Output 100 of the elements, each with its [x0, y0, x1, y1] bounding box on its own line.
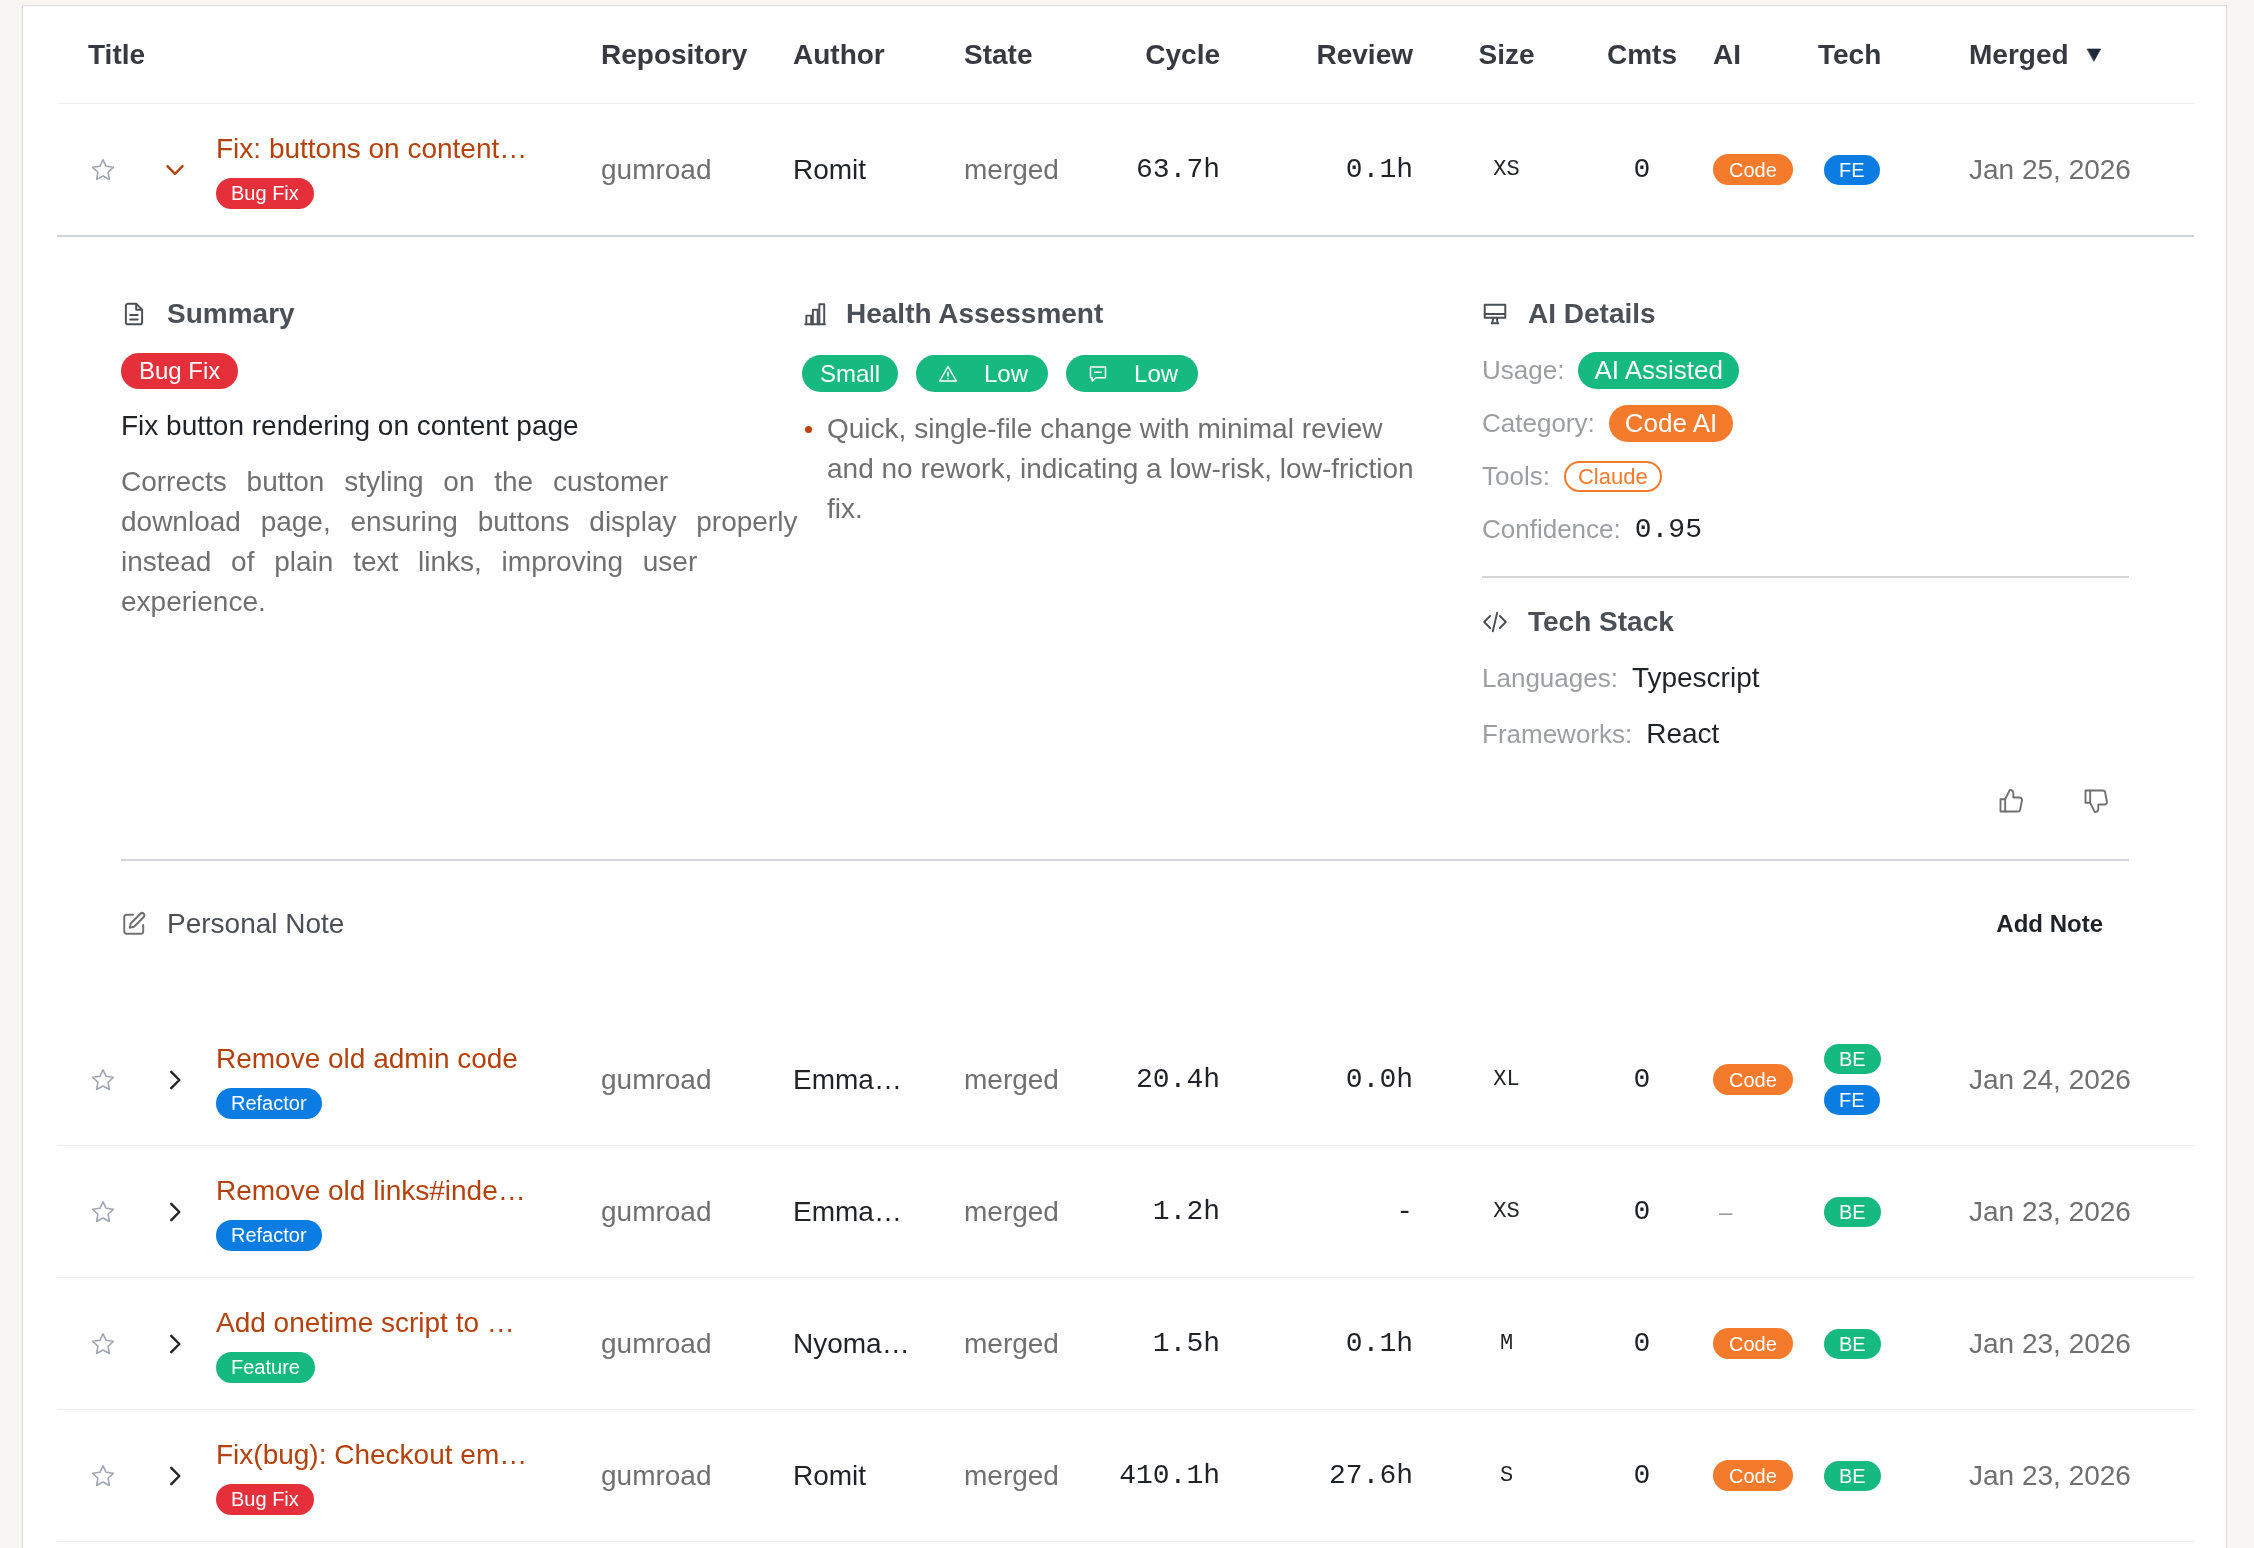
column-header[interactable]: Cycle [1145, 33, 1220, 76]
edit-icon [121, 911, 147, 937]
monitor-icon [1482, 301, 1508, 327]
column-header[interactable]: Title [88, 33, 146, 76]
section-heading: Summary [167, 297, 295, 331]
bullet-icon [805, 426, 812, 433]
tech-tag: BE [1824, 1044, 1881, 1074]
tech-value: React [1646, 717, 1720, 751]
tool-tag: Claude [1563, 461, 1662, 492]
merged-date: Jan 23, 2026 [1969, 1194, 2131, 1229]
author-text: Emma… [793, 1062, 902, 1097]
merged-date: Jan 23, 2026 [1969, 1326, 2131, 1361]
ai-tag: Code [1713, 1064, 1793, 1095]
repository-text: gumroad [601, 1062, 712, 1097]
column-header[interactable]: Author [793, 33, 885, 76]
tech-value: Typescript [1631, 661, 1760, 695]
author-text: Romit [793, 1458, 867, 1493]
tech-tag: FE [1824, 1085, 1880, 1115]
column-header[interactable]: Size [1478, 33, 1535, 76]
star-icon[interactable] [90, 1198, 116, 1225]
column-header[interactable]: State [964, 33, 1033, 76]
pr-title-link[interactable]: Remove old admin code [216, 1040, 518, 1077]
pill-label: Low [1134, 358, 1179, 389]
column-header[interactable]: Cmts [1607, 33, 1677, 76]
pr-title-link[interactable]: Remove old links#inde… [216, 1172, 526, 1209]
category-tag: Bug Fix [121, 353, 239, 389]
size-text: M [1499, 1330, 1514, 1358]
cycle-time: 410.1h [1119, 1458, 1220, 1493]
category-tag: Bug Fix [216, 1483, 314, 1515]
tech-tag: BE [1824, 1328, 1881, 1359]
add-note-button[interactable]: Add Note [1970, 902, 2129, 946]
state-text: merged [964, 152, 1059, 187]
review-time: 0.1h [1345, 152, 1413, 187]
pr-title-link[interactable]: Fix(bug): Checkout em… [216, 1436, 528, 1473]
speech-bubble-icon [1088, 363, 1109, 384]
comment-count: 0 [1633, 152, 1651, 187]
size-text: XS [1493, 1198, 1520, 1226]
column-header[interactable]: Merged [1969, 33, 2069, 76]
star-icon[interactable] [90, 156, 116, 183]
category-tag: Bug Fix [216, 177, 314, 209]
ai-value-tag: Code AI [1608, 405, 1734, 442]
merged-date: Jan 25, 2026 [1969, 152, 2131, 187]
review-time: 0.1h [1345, 1326, 1413, 1361]
ai-tag: Code [1713, 154, 1793, 185]
thumbs-down-icon[interactable] [2082, 787, 2110, 815]
field-label: Category: [1482, 407, 1595, 440]
size-text: XS [1493, 156, 1520, 184]
comment-count: 0 [1633, 1062, 1651, 1097]
category-tag: Refactor [216, 1219, 322, 1251]
section-heading: Personal Note [167, 907, 345, 941]
column-header[interactable]: Tech [1818, 33, 1882, 76]
section-heading: Tech Stack [1528, 605, 1674, 639]
author-text: Emma… [793, 1194, 902, 1229]
column-header[interactable]: AI [1713, 33, 1741, 76]
star-icon[interactable] [90, 1066, 116, 1093]
cycle-time: 20.4h [1136, 1062, 1220, 1097]
tech-tag: BE [1824, 1460, 1881, 1491]
state-text: merged [964, 1062, 1059, 1097]
comment-count: 0 [1633, 1458, 1651, 1493]
tech-tag: BE [1824, 1196, 1881, 1227]
ai-value-tag: AI Assisted [1578, 352, 1739, 389]
repository-text: gumroad [601, 1326, 712, 1361]
pr-title-link[interactable]: Add onetime script to … [216, 1304, 515, 1341]
author-text: Romit [793, 152, 867, 187]
review-time: 0.0h [1345, 1062, 1413, 1097]
column-header[interactable]: Repository [601, 33, 748, 76]
repository-text: gumroad [601, 1194, 712, 1229]
merged-date: Jan 24, 2026 [1969, 1062, 2131, 1097]
cycle-time: 1.2h [1152, 1194, 1220, 1229]
tech-tag: FE [1824, 154, 1880, 185]
review-time: 27.6h [1329, 1458, 1413, 1493]
summary-headline: Fix button rendering on content page [121, 409, 579, 443]
field-label: Usage: [1482, 354, 1565, 387]
state-text: merged [964, 1194, 1059, 1229]
size-text: S [1499, 1462, 1514, 1490]
category-tag: Feature [216, 1351, 315, 1383]
state-text: merged [964, 1458, 1059, 1493]
field-label: Confidence: [1482, 513, 1621, 546]
section-heading: AI Details [1528, 297, 1656, 331]
column-header[interactable]: Review [1316, 33, 1413, 76]
cycle-time: 63.7h [1136, 152, 1220, 187]
state-text: merged [964, 1326, 1059, 1361]
field-label: Frameworks: [1482, 717, 1633, 751]
field-label: Tools: [1482, 460, 1550, 493]
health-note: Quick, single-file change with minimal review and no rework, indicating a low-risk, low-friction fix. [827, 412, 1415, 526]
summary-description: Corrects button styling on the customer download page, ensuring buttons display properly instead of plain text links, improving user experience. [121, 465, 799, 619]
cycle-time: 1.5h [1152, 1326, 1220, 1361]
code-icon [1482, 609, 1508, 635]
merged-date: Jan 23, 2026 [1969, 1458, 2131, 1493]
size-text: XL [1493, 1066, 1520, 1094]
thumbs-up-icon[interactable] [1997, 787, 2025, 815]
warning-icon [938, 363, 958, 384]
comment-count: 0 [1633, 1326, 1651, 1361]
star-icon[interactable] [90, 1462, 116, 1489]
empty-ai-value: – [1719, 1196, 1733, 1227]
pill-label: Low [984, 358, 1029, 389]
pr-title-link[interactable]: Fix: buttons on content… [216, 130, 528, 167]
confidence-value: 0.95 [1634, 512, 1702, 547]
star-icon[interactable] [90, 1330, 116, 1357]
sort-descending-icon[interactable] [2084, 46, 2103, 63]
